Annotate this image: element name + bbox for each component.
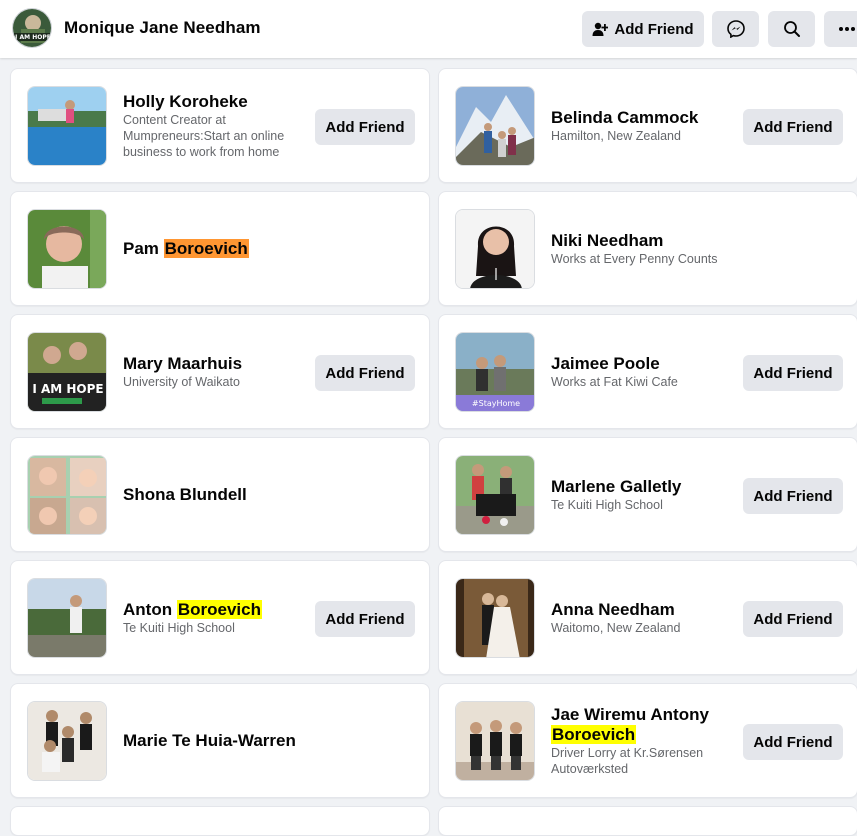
friend-photo[interactable] (27, 701, 107, 781)
friend-photo[interactable] (27, 86, 107, 166)
friend-subtitle: Driver Lorry at Kr.Sørensen Autoværksted (551, 745, 704, 776)
friend-info: Anton Boroevich Te Kuiti High School (123, 599, 313, 636)
friend-info: Mary Maarhuis University of Waikato (123, 354, 313, 390)
profile-name[interactable]: Monique Jane Needham (64, 18, 261, 38)
friend-subtitle: Waitomo, New Zealand (551, 620, 681, 635)
add-friend-button[interactable]: Add Friend (743, 109, 843, 145)
friend-card: Anna Needham Waitomo, New Zealand Add Fr… (438, 560, 857, 675)
friend-card: Jae Wiremu Antony Boroevich Driver Lorry… (438, 683, 857, 798)
more-options-button[interactable] (824, 11, 857, 47)
friend-card: Shona Blundell (10, 437, 430, 552)
friend-subtitle: Works at Every Penny Counts (551, 251, 718, 266)
friend-photo[interactable] (455, 209, 535, 289)
friend-name[interactable]: Anna Needham (551, 600, 741, 620)
friend-name-text[interactable]: Jae Wiremu Antony (551, 705, 709, 724)
friend-name[interactable]: Marlene Galletly (551, 477, 741, 497)
friend-photo[interactable] (455, 86, 535, 166)
add-friend-button[interactable]: Add Friend (743, 478, 843, 514)
friend-name-text[interactable]: Mary Maarhuis (123, 354, 242, 373)
friend-card: Marie Te Huia-Warren (10, 683, 430, 798)
messenger-button[interactable] (712, 11, 759, 47)
add-friend-button[interactable]: Add Friend (743, 601, 843, 637)
friend-photo[interactable] (455, 455, 535, 535)
friend-name[interactable]: Jae Wiremu Antony Boroevich (551, 705, 739, 745)
friend-photo[interactable] (27, 209, 107, 289)
friend-subtitle: University of Waikato (123, 374, 240, 389)
search-highlight: Boroevich (163, 238, 249, 258)
add-friend-button[interactable]: Add Friend (315, 601, 415, 637)
friend-subtitle: Works at Fat Kiwi Cafe (551, 374, 678, 389)
friend-card: Anton Boroevich Te Kuiti High School Add… (10, 560, 430, 675)
friend-name[interactable]: Niki Needham (551, 231, 741, 251)
add-friend-button[interactable]: Add Friend (743, 724, 843, 760)
search-icon (783, 21, 800, 37)
add-friend-button[interactable]: Add Friend (582, 11, 704, 47)
friend-name-text[interactable]: Anna Needham (551, 600, 675, 619)
friend-name-text[interactable]: Holly Koroheke (123, 92, 248, 111)
friend-card: Belinda Cammock Hamilton, New Zealand Ad… (438, 68, 857, 183)
add-friend-button[interactable]: Add Friend (315, 355, 415, 391)
friend-photo[interactable] (455, 701, 535, 781)
friend-card-partial (10, 806, 430, 836)
friend-photo[interactable] (455, 578, 535, 658)
search-highlight: Boroevich (176, 599, 262, 619)
friend-info: Marlene Galletly Te Kuiti High School (551, 477, 741, 513)
search-button[interactable] (768, 11, 815, 47)
friend-info: Pam Boroevich (123, 238, 313, 259)
friend-name[interactable]: Holly Koroheke (123, 92, 313, 112)
friend-name-text[interactable]: Shona Blundell (123, 485, 247, 504)
friend-name[interactable]: Pam Boroevich (123, 238, 313, 259)
friend-subtitle: Content Creator at Mumpreneurs:Start an … (123, 112, 285, 159)
profile-header: I AM HOPE Monique Jane Needham Add Frien… (0, 0, 857, 58)
friend-card: Marlene Galletly Te Kuiti High School Ad… (438, 437, 857, 552)
photo-overlay-text: #StayHome (472, 399, 520, 408)
friend-subtitle: Te Kuiti High School (123, 620, 235, 635)
friend-card: #StayHome Jaimee Poole Works at Fat Kiwi… (438, 314, 857, 429)
friend-info: Jaimee Poole Works at Fat Kiwi Cafe (551, 354, 741, 390)
messenger-icon (726, 20, 745, 38)
friend-name-text[interactable]: Marie Te Huia-Warren (123, 731, 296, 750)
add-friend-button[interactable]: Add Friend (743, 355, 843, 391)
add-friend-label: Add Friend (614, 20, 694, 38)
friend-info: Jae Wiremu Antony Boroevich Driver Lorry… (551, 705, 739, 777)
add-friend-icon (592, 22, 609, 36)
add-friend-button[interactable]: Add Friend (315, 109, 415, 145)
friend-name[interactable]: Marie Te Huia-Warren (123, 731, 313, 751)
friend-info: Anna Needham Waitomo, New Zealand (551, 600, 741, 636)
friend-name[interactable]: Anton Boroevich (123, 599, 313, 620)
friend-subtitle: Hamilton, New Zealand (551, 128, 681, 143)
search-highlight: Boroevich (551, 724, 637, 744)
photo-overlay-text: I AM HOPE (32, 382, 103, 396)
friend-name[interactable]: Jaimee Poole (551, 354, 741, 374)
friend-name-text[interactable]: Marlene Galletly (551, 477, 681, 496)
friend-photo[interactable] (27, 455, 107, 535)
friend-name[interactable]: Shona Blundell (123, 485, 313, 505)
friend-info: Holly Koroheke Content Creator at Mumpre… (123, 92, 313, 160)
avatar-text: I AM HOPE (15, 34, 51, 41)
friend-name-text[interactable]: Belinda Cammock (551, 108, 698, 127)
friend-name-text[interactable]: Jaimee Poole (551, 354, 660, 373)
friend-card: Holly Koroheke Content Creator at Mumpre… (10, 68, 430, 183)
friend-name[interactable]: Belinda Cammock (551, 108, 741, 128)
friend-card-partial (438, 806, 857, 836)
friend-card: Pam Boroevich (10, 191, 430, 306)
friend-name-text[interactable]: Niki Needham (551, 231, 663, 250)
friend-card: Niki Needham Works at Every Penny Counts (438, 191, 857, 306)
friend-name-text[interactable]: Anton (123, 600, 177, 619)
friend-info: Niki Needham Works at Every Penny Counts (551, 231, 741, 267)
friend-info: Belinda Cammock Hamilton, New Zealand (551, 108, 741, 144)
friend-photo[interactable]: #StayHome (455, 332, 535, 412)
friend-photo[interactable] (27, 578, 107, 658)
profile-avatar[interactable]: I AM HOPE (12, 8, 52, 48)
friend-info: Marie Te Huia-Warren (123, 731, 313, 751)
friend-subtitle: Te Kuiti High School (551, 497, 663, 512)
friend-info: Shona Blundell (123, 485, 313, 505)
more-icon (839, 27, 855, 31)
friend-name-text[interactable]: Pam (123, 239, 164, 258)
friend-card: I AM HOPE Mary Maarhuis University of Wa… (10, 314, 430, 429)
friend-photo[interactable]: I AM HOPE (27, 332, 107, 412)
friend-name[interactable]: Mary Maarhuis (123, 354, 313, 374)
